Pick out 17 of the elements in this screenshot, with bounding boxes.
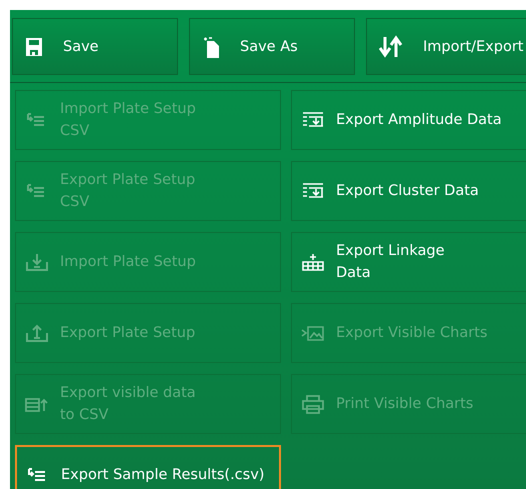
table-download-icon — [300, 110, 326, 130]
action-button[interactable]: Export Sample Results(.csv) — [15, 445, 281, 489]
toolbar-button[interactable]: Import/Export — [366, 18, 526, 75]
action-button[interactable]: Export Cluster Data — [291, 161, 526, 221]
tray-upload-icon — [24, 323, 50, 343]
tray-download-icon — [24, 252, 50, 272]
table-plus-icon — [300, 252, 326, 272]
toolbar-button[interactable]: Save — [12, 18, 178, 75]
action-button[interactable]: Export Amplitude Data — [291, 90, 526, 150]
action-button[interactable]: Export Linkage Data — [291, 232, 526, 292]
table-download-icon — [300, 181, 326, 201]
toolbar-button[interactable]: Save As — [189, 18, 355, 75]
floppy-icon — [25, 36, 43, 56]
image-arrow-icon — [300, 323, 326, 343]
printer-icon — [300, 394, 326, 414]
new-file-icon — [202, 36, 220, 58]
up-down-arrows-icon — [379, 34, 403, 58]
